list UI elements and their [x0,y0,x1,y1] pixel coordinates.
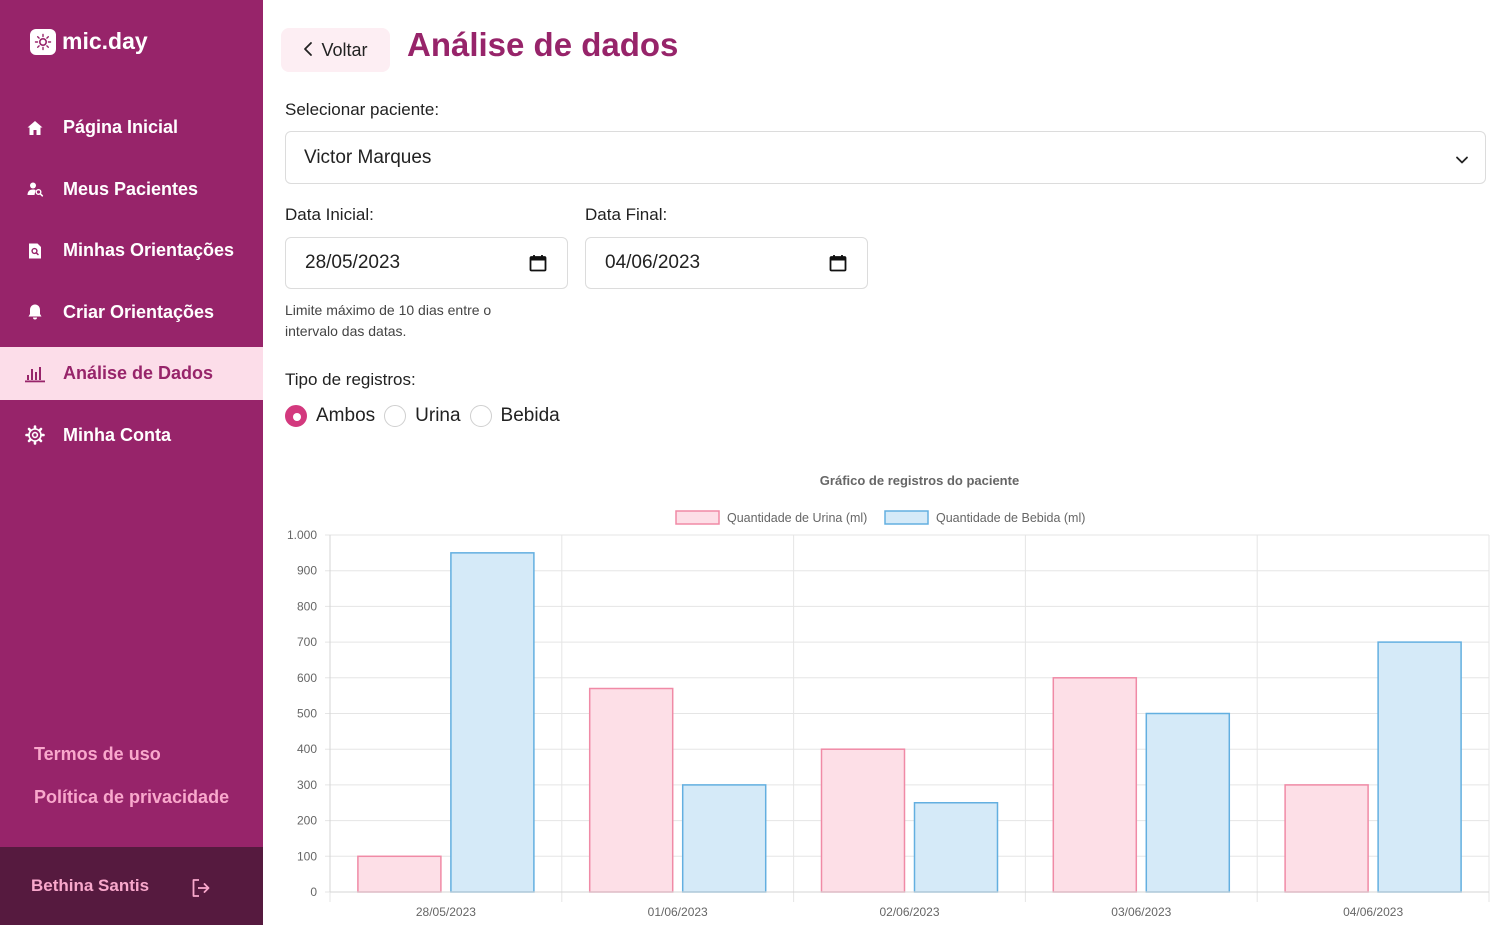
radio-urine[interactable]: Urina [384,405,461,427]
record-type-radio-group: Ambos Urina Bebida [285,405,569,427]
bar-drink [1377,641,1462,893]
privacy-link[interactable]: Política de privacidade [34,787,229,808]
radio-dot[interactable] [469,405,492,427]
sidebar-item-label: Minhas Orientações [63,240,235,260]
x-tick-label: 01/06/2023 [648,905,708,919]
legend-swatch [675,510,720,525]
logo[interactable]: mic.day [30,28,148,55]
sidebar-item-orientations[interactable]: Minhas Orientações [0,224,263,277]
back-button[interactable]: Voltar [281,28,390,72]
bar-drink [913,802,999,893]
sidebar: mic.day Página Inicial Meus Pacientes Mi… [0,0,263,925]
radio-label: Bebida [500,405,560,426]
back-button-label: Voltar [321,39,368,60]
sidebar-item-label: Minha Conta [63,424,171,445]
logout-icon[interactable] [190,877,212,899]
start-date-value: 28/05/2023 [305,252,401,273]
sidebar-item-create-orientations[interactable]: Criar Orientações [0,286,263,339]
date-range-hint: Limite máximo de 10 dias entre o interva… [285,302,492,339]
end-date-value: 04/06/2023 [605,252,701,273]
home-icon [25,118,45,138]
sidebar-item-label: Página Inicial [63,117,179,137]
radio-label: Urina [415,405,461,426]
bar-chart-icon [25,364,45,384]
x-tick-label: 03/06/2023 [1111,905,1171,919]
record-type-label: Tipo de registros: [285,370,416,389]
records-chart-svg: Gráfico de registros do paciente Quantida… [287,473,1490,919]
sidebar-item-data-analysis[interactable]: Análise de Dados [0,347,263,400]
end-date-input[interactable]: 04/06/2023 [585,237,868,289]
bell-icon [25,302,45,322]
chevron-down-icon [1455,151,1469,173]
sidebar-item-label: Criar Orientações [63,301,215,322]
app-name: mic.day [62,28,148,54]
patient-select-value: Victor Marques [304,146,432,168]
legend-swatch [884,510,929,525]
y-tick-label: 1.000 [287,528,317,542]
legend-label: Quantidade de Bebida (ml) [936,511,1085,525]
y-tick-label: 300 [297,778,317,792]
bar-urine [357,855,442,893]
bar-drink [1145,712,1231,893]
y-tick-label: 0 [310,885,317,899]
y-tick-label: 900 [297,564,317,578]
start-date-label: Data Inicial: [285,205,374,224]
patient-label: Selecionar paciente: [285,100,440,119]
y-tick-label: 100 [297,849,317,863]
bar-urine [1052,677,1138,893]
sidebar-item-home[interactable]: Página Inicial [0,101,263,154]
bar-urine [588,687,674,893]
y-tick-label: 500 [297,707,317,721]
sidebar-item-label: Análise de Dados [63,363,214,383]
radio-label: Ambos [316,405,376,426]
sidebar-item-label: Meus Pacientes [63,178,199,199]
x-tick-label: 02/06/2023 [879,905,939,919]
radio-drink[interactable]: Bebida [469,405,560,427]
sidebar-nav: Página Inicial Meus Pacientes Minhas Ori… [0,101,263,470]
bar-urine [1284,784,1369,893]
x-tick-label: 04/06/2023 [1343,905,1403,919]
y-tick-label: 700 [297,635,317,649]
main-content: Voltar Análise de dados Selecionar pacie… [263,0,1507,925]
end-date-label: Data Final: [585,205,668,224]
start-date-input[interactable]: 28/05/2023 [285,237,568,289]
y-tick-label: 800 [297,599,317,613]
y-tick-label: 600 [297,671,317,685]
bar-urine [820,748,906,893]
x-tick-label: 28/05/2023 [416,905,476,919]
y-tick-label: 400 [297,742,317,756]
legend-label: Quantidade de Urina (ml) [727,511,867,525]
page-title: Análise de dados [407,26,679,63]
patient-select[interactable]: Victor Marques [285,131,1486,184]
records-chart: Gráfico de registros do paciente Quantida… [263,460,1507,925]
radio-both[interactable]: Ambos [285,405,375,427]
calendar-icon[interactable] [529,254,547,278]
user-bar: Bethina Santis [0,847,263,925]
app-root: mic.day Página Inicial Meus Pacientes Mi… [0,0,1507,925]
terms-link[interactable]: Termos de uso [34,744,229,765]
user-name: Bethina Santis [31,876,150,895]
sidebar-item-account[interactable]: Minha Conta [0,409,263,462]
y-tick-label: 200 [297,814,317,828]
bar-drink [450,552,535,893]
sidebar-item-patients[interactable]: Meus Pacientes [0,163,263,216]
calendar-icon[interactable] [829,254,847,278]
user-search-icon [25,179,45,199]
radio-dot[interactable] [285,405,307,427]
logo-icon [30,28,56,55]
bar-drink [681,784,767,893]
document-search-icon [25,241,45,261]
gear-icon [25,425,45,445]
footer-links: Termos de uso Política de privacidade [34,744,229,830]
chart-title: Gráfico de registros do paciente [820,473,1019,488]
chevron-left-icon [303,41,313,60]
radio-dot[interactable] [384,405,407,427]
